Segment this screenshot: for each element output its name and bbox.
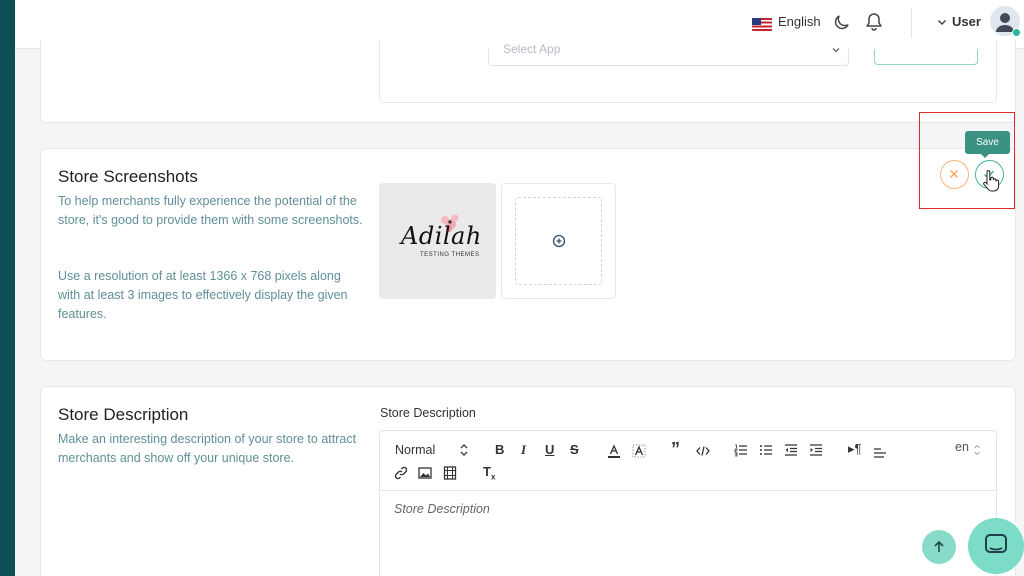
- arrow-up-icon: [934, 540, 944, 552]
- chevron-down-icon[interactable]: [937, 17, 947, 27]
- user-menu[interactable]: User: [952, 14, 981, 29]
- app-action-button[interactable]: [874, 49, 978, 65]
- language-selector[interactable]: English: [778, 14, 821, 29]
- hand-cursor-icon: [983, 170, 1000, 192]
- image-icon[interactable]: [418, 466, 432, 480]
- moon-icon[interactable]: [833, 13, 851, 31]
- save-tooltip: Save: [965, 131, 1010, 158]
- screenshots-resolution-note: Use a resolution of at least 1366 x 768 …: [58, 269, 348, 321]
- sort-arrows-icon[interactable]: [973, 443, 981, 457]
- description-title: Store Description: [58, 405, 189, 424]
- align-left-icon[interactable]: [873, 445, 887, 459]
- select-app-placeholder: Select App: [503, 42, 561, 56]
- description-field-label: Store Description: [380, 406, 476, 420]
- video-icon[interactable]: [443, 466, 457, 480]
- thumbnail-logo-text: Adilah: [401, 222, 482, 250]
- select-app-dropdown[interactable]: Select App: [488, 42, 849, 66]
- sort-arrows-icon[interactable]: [459, 443, 469, 457]
- link-icon[interactable]: [394, 466, 408, 480]
- online-status-dot: [1012, 28, 1021, 37]
- sidebar-rail: [0, 0, 15, 576]
- description-help-text: Make an interesting description of your …: [58, 432, 357, 465]
- chat-button[interactable]: [968, 518, 1024, 574]
- toolbar-divider: [380, 490, 996, 491]
- header-divider: [911, 8, 912, 38]
- bullet-list-icon[interactable]: [759, 443, 773, 457]
- strikethrough-icon[interactable]: S: [570, 442, 579, 457]
- outdent-icon[interactable]: [784, 443, 798, 457]
- add-circle-icon[interactable]: [552, 234, 566, 248]
- code-icon[interactable]: [696, 444, 710, 458]
- blockquote-icon[interactable]: ”: [671, 439, 680, 460]
- thumbnail-logo-subtitle: TESTING THEMES: [420, 252, 480, 258]
- ordered-list-icon[interactable]: [734, 443, 748, 457]
- bold-icon[interactable]: B: [495, 442, 504, 457]
- underline-icon[interactable]: U: [545, 442, 554, 457]
- scroll-to-top-button[interactable]: [922, 530, 956, 564]
- close-icon: [950, 170, 958, 178]
- bell-icon[interactable]: [865, 12, 883, 32]
- background-color-icon[interactable]: [632, 444, 646, 458]
- us-flag-icon[interactable]: [752, 18, 772, 31]
- chevron-down-icon[interactable]: [832, 46, 840, 54]
- clear-formatting-icon[interactable]: Tx: [483, 464, 495, 482]
- screenshots-description: To help merchants fully experience the p…: [58, 194, 363, 227]
- editor-placeholder[interactable]: Store Description: [394, 502, 490, 516]
- cancel-button[interactable]: [940, 160, 969, 189]
- format-select[interactable]: Normal: [395, 443, 435, 457]
- text-direction-icon[interactable]: ▸¶: [848, 441, 862, 457]
- chat-icon: [985, 534, 1007, 553]
- text-color-icon[interactable]: [607, 444, 621, 458]
- indent-icon[interactable]: [809, 443, 823, 457]
- screenshots-title: Store Screenshots: [58, 167, 198, 186]
- language-select[interactable]: en: [955, 440, 969, 454]
- italic-icon[interactable]: I: [521, 442, 526, 458]
